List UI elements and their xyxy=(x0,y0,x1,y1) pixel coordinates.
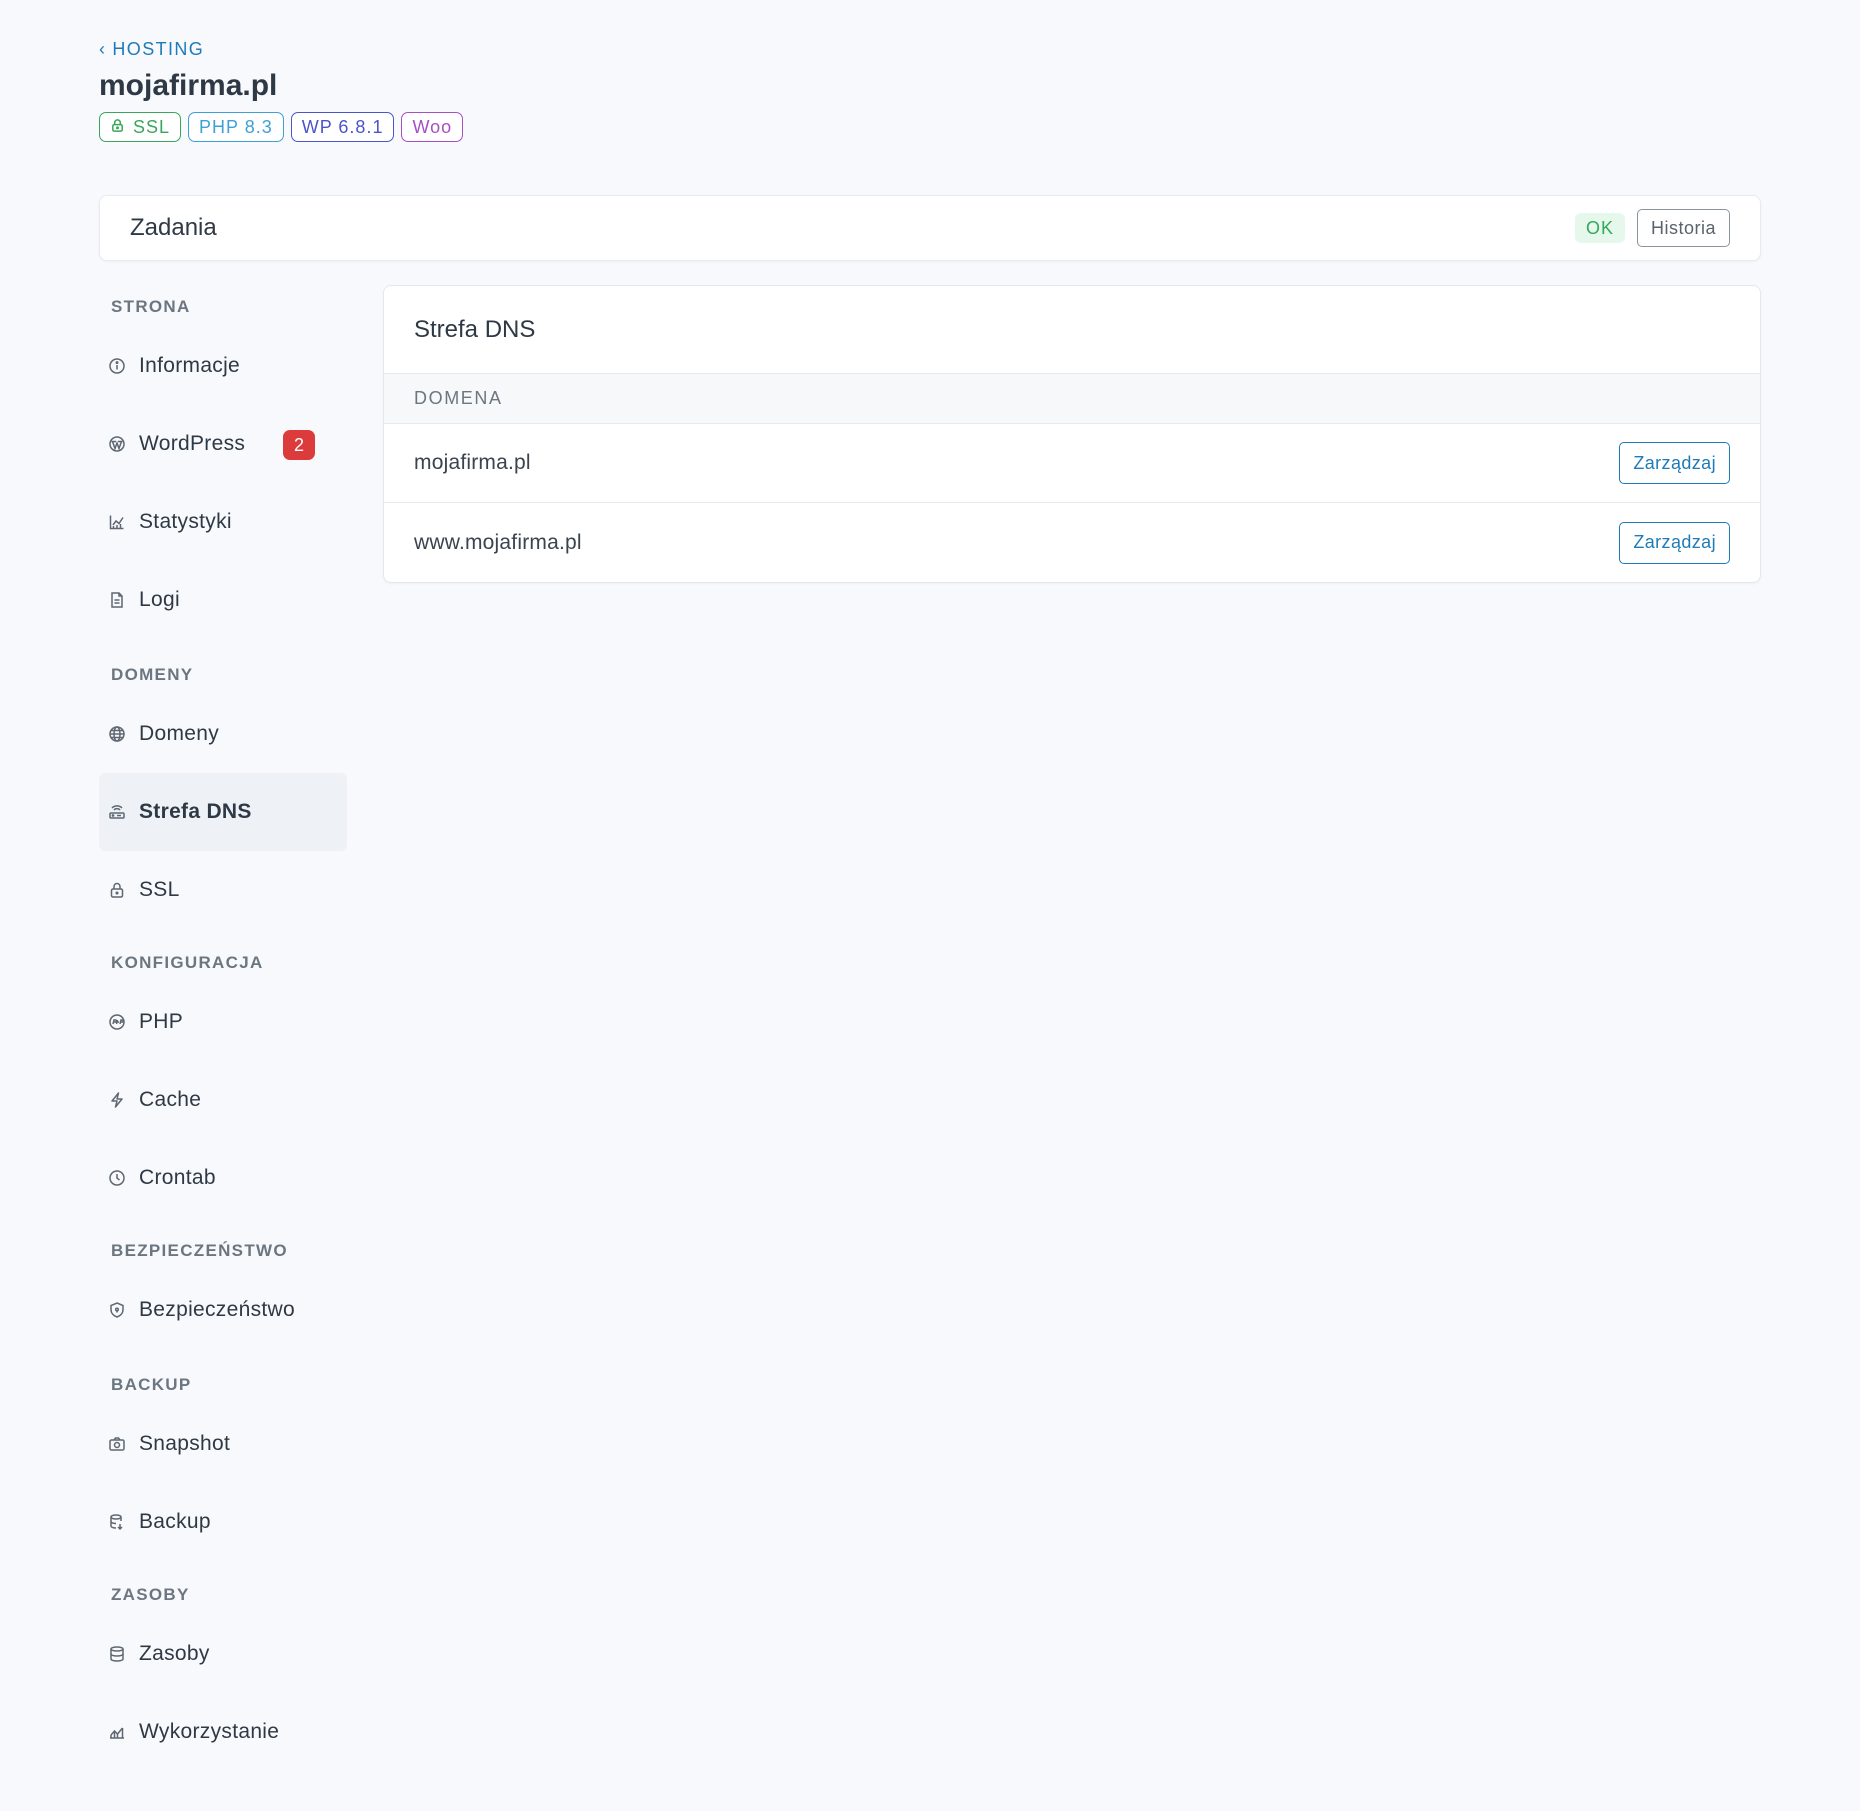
shield-icon xyxy=(108,1301,126,1319)
lock-icon xyxy=(108,881,126,899)
sidebar-item-label: Wykorzystanie xyxy=(139,1720,280,1743)
sidebar-item-label: Cache xyxy=(139,1088,202,1111)
domain-name: www.mojafirma.pl xyxy=(414,530,582,554)
sidebar-item-zasoby[interactable]: Zasoby xyxy=(99,1615,347,1693)
sidebar-item-label: Crontab xyxy=(139,1166,216,1189)
sidebar-item-label: Backup xyxy=(139,1510,211,1533)
back-to-hosting-link[interactable]: ‹ HOSTING xyxy=(99,36,204,62)
history-button[interactable]: Historia xyxy=(1636,209,1730,247)
database-restore-icon xyxy=(108,1513,126,1531)
lock-icon xyxy=(110,117,125,138)
sidebar-item-informacje[interactable]: Informacje xyxy=(99,327,347,405)
wp-version-badge: WP 6.8.1 xyxy=(290,112,395,142)
sidebar-item-label: Bezpieczeństwo xyxy=(139,1298,295,1321)
sidebar-item-wykorzystanie[interactable]: Wykorzystanie xyxy=(99,1693,347,1771)
sidebar-item-label: SSL xyxy=(139,878,180,901)
tasks-card: Zadania OK Historia xyxy=(99,195,1761,261)
usage-chart-icon xyxy=(108,1723,126,1741)
sidebar-item-label: Domeny xyxy=(139,722,219,745)
sidebar-item-label: Strefa DNS xyxy=(139,800,252,823)
sidebar-nav: STRONA Informacje WordPress 2 Statystyki… xyxy=(99,287,347,1771)
sidebar-item-snapshot[interactable]: Snapshot xyxy=(99,1405,347,1483)
sidebar-item-label: Zasoby xyxy=(139,1642,210,1665)
page-title: mojafirma.pl xyxy=(99,69,278,102)
chevron-left-icon: ‹ xyxy=(99,39,107,59)
tasks-status-badge: OK xyxy=(1574,213,1625,243)
back-link-label: HOSTING xyxy=(112,38,205,59)
tasks-title: Zadania xyxy=(130,214,217,241)
php-version-badge: PHP 8.3 xyxy=(188,112,284,142)
chart-icon xyxy=(108,513,126,531)
sidebar-item-statystyki[interactable]: Statystyki xyxy=(99,483,347,561)
database-icon xyxy=(108,1645,126,1663)
camera-icon xyxy=(108,1435,126,1453)
manage-button[interactable]: Zarządzaj xyxy=(1619,442,1730,484)
section-label-strona: STRONA xyxy=(111,297,191,316)
sidebar-item-label: Snapshot xyxy=(139,1432,231,1455)
file-icon xyxy=(108,591,126,609)
table-row: mojafirma.pl Zarządzaj xyxy=(384,424,1760,503)
domain-name: mojafirma.pl xyxy=(414,451,531,474)
info-icon xyxy=(108,357,126,375)
sidebar-item-logi[interactable]: Logi xyxy=(99,561,347,639)
dns-zone-card: Strefa DNS DOMENA mojafirma.pl Zarządzaj… xyxy=(383,285,1761,583)
table-header-domena: DOMENA xyxy=(384,374,1760,424)
section-label-zasoby: ZASOBY xyxy=(111,1585,190,1604)
sidebar-item-domeny[interactable]: Domeny xyxy=(99,695,347,773)
clock-icon xyxy=(108,1169,126,1187)
sidebar-item-php[interactable]: PHP xyxy=(99,983,347,1061)
bolt-icon xyxy=(108,1091,126,1109)
sidebar-item-backup[interactable]: Backup xyxy=(99,1483,347,1561)
dns-card-title: Strefa DNS xyxy=(384,286,1760,374)
wordpress-icon xyxy=(108,435,126,453)
sidebar-item-bezpieczenstwo[interactable]: Bezpieczeństwo xyxy=(99,1271,347,1349)
sidebar-item-label: Logi xyxy=(139,588,180,611)
sidebar-item-label: WordPress xyxy=(139,432,246,455)
woo-badge: Woo xyxy=(401,112,464,142)
site-badges: SSL PHP 8.3 WP 6.8.1 Woo xyxy=(99,112,1761,142)
manage-button[interactable]: Zarządzaj xyxy=(1619,521,1730,564)
sidebar-item-cache[interactable]: Cache xyxy=(99,1061,347,1139)
sidebar-item-label: Informacje xyxy=(139,354,241,377)
ssl-badge: SSL xyxy=(99,112,182,142)
sidebar-item-wordpress[interactable]: WordPress 2 xyxy=(99,405,347,483)
sidebar-item-label: PHP xyxy=(139,1010,184,1033)
table-row: www.mojafirma.pl Zarządzaj xyxy=(384,503,1760,582)
section-label-konfiguracja: KONFIGURACJA xyxy=(111,953,264,972)
globe-icon xyxy=(108,725,126,743)
sidebar-item-ssl[interactable]: SSL xyxy=(99,851,347,929)
router-icon xyxy=(108,803,126,821)
sidebar-item-label: Statystyki xyxy=(139,510,232,533)
section-label-backup: BACKUP xyxy=(111,1375,192,1394)
php-icon xyxy=(108,1013,126,1031)
page-header: ‹ HOSTING mojafirma.pl SSL PHP 8.3 WP 6.… xyxy=(99,36,1761,142)
notification-count-badge: 2 xyxy=(283,430,315,460)
sidebar-item-strefa-dns[interactable]: Strefa DNS xyxy=(99,773,347,851)
section-label-domeny: DOMENY xyxy=(111,665,194,684)
sidebar-item-crontab[interactable]: Crontab xyxy=(99,1139,347,1217)
section-label-bezpieczenstwo: BEZPIECZEŃSTWO xyxy=(111,1241,288,1260)
